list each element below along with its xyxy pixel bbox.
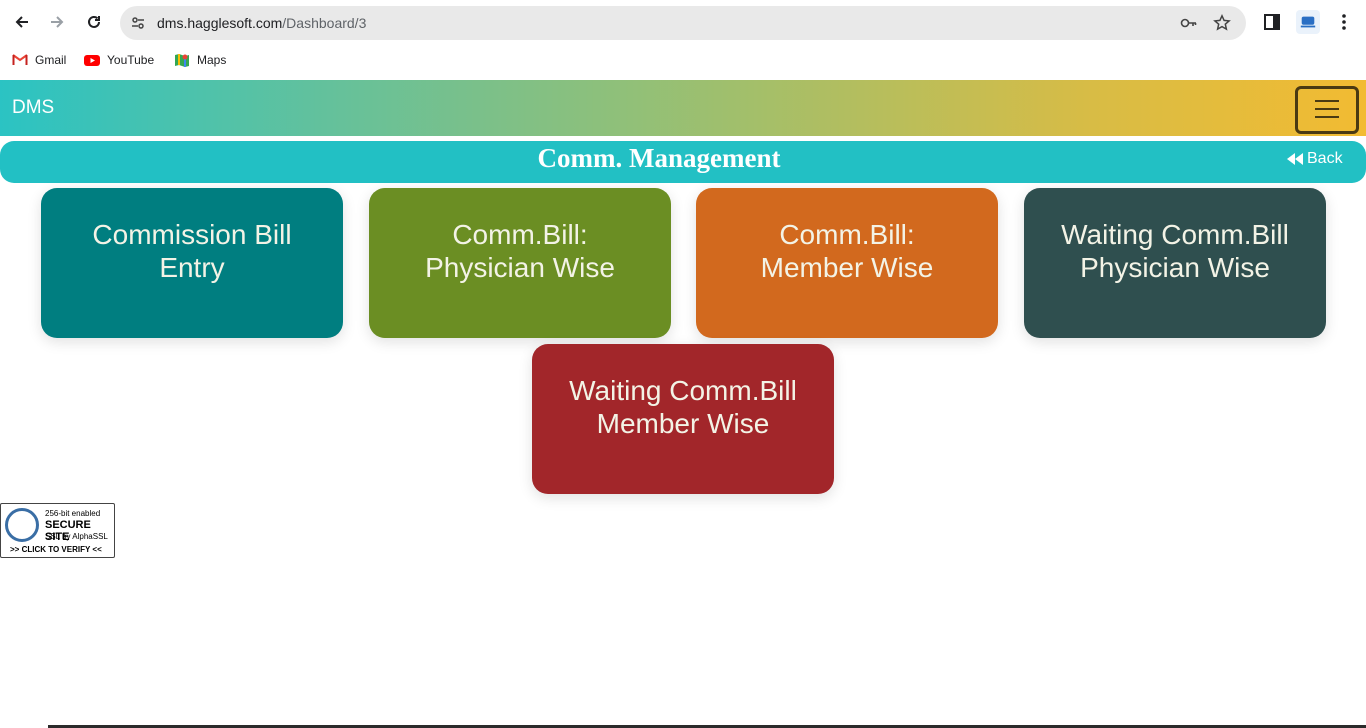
brand-logo[interactable]: DMS <box>12 80 54 136</box>
back-arrow-icon[interactable] <box>8 8 36 36</box>
hamburger-menu-button[interactable] <box>1295 86 1359 134</box>
profile-avatar-icon[interactable] <box>1296 10 1320 34</box>
tile-label: Physician Wise <box>425 252 615 283</box>
page-title: Comm. Management <box>537 143 781 173</box>
tile-label: Waiting Comm.Bill <box>569 375 797 406</box>
site-settings-icon[interactable] <box>130 15 146 31</box>
back-label: Back <box>1307 150 1343 167</box>
tile-commission-bill-entry[interactable]: Commission Bill Entry <box>41 188 343 338</box>
tile-label: Entry <box>159 252 225 283</box>
ssl-badge-top: 256-bit enabled <box>45 509 101 518</box>
ssl-secure-site-badge[interactable]: 256-bit enabled SECURE SITE SSL by Alpha… <box>0 503 115 558</box>
tile-label: Physician Wise <box>1080 252 1270 283</box>
backward-icon <box>1287 153 1303 165</box>
tile-label: Commission Bill <box>92 219 292 250</box>
side-panel-icon[interactable] <box>1262 12 1282 32</box>
ssl-badge-verify: >> CLICK TO VERIFY << <box>10 545 102 554</box>
bookmark-label: Gmail <box>35 53 67 67</box>
hamburger-icon <box>1315 100 1339 102</box>
app-navbar: DMS <box>0 80 1366 136</box>
tile-label: Comm.Bill: <box>779 219 915 250</box>
tile-waiting-comm-bill-member-wise[interactable]: Waiting Comm.Bill Member Wise <box>532 344 834 494</box>
url-path: /Dashboard/3 <box>282 15 367 31</box>
forward-arrow-icon[interactable] <box>43 8 71 36</box>
key-icon[interactable] <box>1180 14 1198 32</box>
back-button[interactable]: Back <box>1287 150 1343 168</box>
bookmarks-bar: Gmail YouTube Maps <box>0 46 1366 74</box>
bookmark-label: YouTube <box>107 53 155 67</box>
url-host: dms.hagglesoft.com <box>157 15 283 31</box>
tile-label: Member Wise <box>596 408 770 439</box>
youtube-icon <box>84 55 100 66</box>
ssl-seal-icon <box>5 508 39 542</box>
hamburger-icon <box>1315 116 1339 118</box>
more-options-icon[interactable] <box>1334 12 1354 32</box>
tile-label: Comm.Bill: <box>452 219 588 250</box>
bookmark-gmail[interactable]: Gmail <box>12 46 66 74</box>
bookmark-youtube[interactable]: YouTube <box>84 46 154 74</box>
tile-label: Waiting Comm.Bill <box>1061 219 1289 250</box>
maps-icon <box>175 54 189 67</box>
page-header: Comm. Management Back <box>0 141 1366 183</box>
tile-comm-bill-member-wise[interactable]: Comm.Bill: Member Wise <box>696 188 998 338</box>
address-bar[interactable]: dms.hagglesoft.com/Dashboard/3 <box>120 6 1246 40</box>
bookmark-label: Maps <box>197 53 227 67</box>
tile-comm-bill-physician-wise[interactable]: Comm.Bill: Physician Wise <box>369 188 671 338</box>
reload-icon[interactable] <box>80 8 108 36</box>
url-text[interactable]: dms.hagglesoft.com/Dashboard/3 <box>157 6 366 40</box>
hamburger-icon <box>1315 108 1339 110</box>
tile-waiting-comm-bill-physician-wise[interactable]: Waiting Comm.Bill Physician Wise <box>1024 188 1326 338</box>
gmail-icon <box>12 54 28 65</box>
tile-label: Member Wise <box>760 252 934 283</box>
browser-toolbar: dms.hagglesoft.com/Dashboard/3 <box>0 0 1366 46</box>
bookmark-maps[interactable]: Maps <box>174 46 226 74</box>
star-icon[interactable] <box>1213 14 1231 32</box>
ssl-badge-by: SSL by AlphaSSL <box>45 532 108 541</box>
